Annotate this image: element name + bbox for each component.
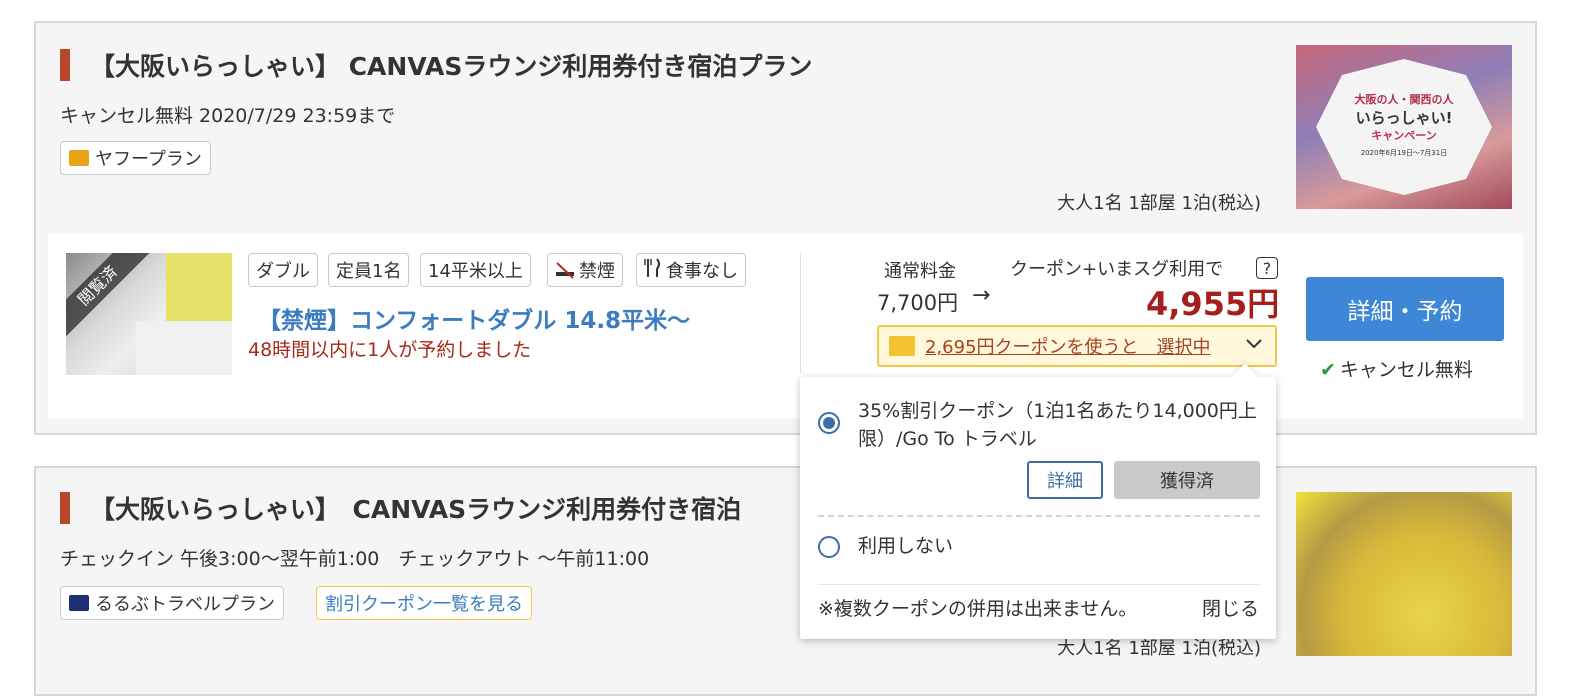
poster-line-4: 2020年6月19日〜7月31日: [1361, 148, 1448, 157]
plan-thumbnail[interactable]: 大阪の人・関西の人 いらっしゃい! キャンペーン 2020年6月19日〜7月31…: [1296, 45, 1512, 209]
cancel-info: キャンセル無料 2020/7/29 23:59まで: [60, 105, 396, 127]
coupon-price-label: クーポン+いまスグ利用で: [1010, 259, 1224, 280]
checkin-info: チェックイン 午後3:00〜翌午前1:00 チェックアウト 〜午前11:00: [60, 548, 650, 570]
dashed-divider: [818, 515, 1260, 517]
final-price: 4,955円: [1146, 285, 1280, 323]
chip-capacity: 定員1名: [328, 253, 410, 287]
room-wall: [166, 253, 232, 323]
room-row: 閲覧済 ダブル 定員1名 14平米以上 禁煙 食事なし 【禁煙】コンフォートダブ…: [48, 233, 1523, 419]
briefcase-icon: [69, 150, 89, 166]
room-name-link[interactable]: 【禁煙】コンフォートダブル 14.8平米〜: [258, 301, 690, 335]
booking-notice: 48時間以内に1人が予約しました: [248, 339, 532, 361]
coupon-radio-selected[interactable]: [818, 412, 840, 434]
regular-price-label: 通常料金: [884, 261, 956, 282]
coupon-selector-label[interactable]: 2,695円クーポンを使うと 選択中: [925, 333, 1211, 359]
chip-room-type: ダブル: [248, 253, 318, 287]
chevron-down-icon[interactable]: [1245, 335, 1263, 356]
close-link[interactable]: 閉じる: [1202, 595, 1259, 623]
divider: [818, 584, 1260, 585]
plan-title-text[interactable]: 【大阪いらっしゃい】 CANVASラウンジ利用券付き宿泊: [90, 490, 741, 526]
chip-meal-label: 食事なし: [666, 261, 738, 282]
plan-title-text[interactable]: 【大阪いらっしゃい】 CANVASラウンジ利用券付き宿泊プラン: [90, 47, 812, 83]
chip-size: 14平米以上: [420, 253, 531, 287]
arrow-icon: →: [972, 283, 991, 308]
plan-title[interactable]: 【大阪いらっしゃい】 CANVASラウンジ利用券付き宿泊プラン: [60, 47, 812, 83]
title-accent-bar: [60, 49, 70, 81]
coupon-note: ※複数クーポンの併用は出来ません。: [818, 598, 1138, 620]
coupon-list-link[interactable]: 割引クーポン一覧を見る: [316, 586, 532, 620]
poster-line-3: キャンペーン: [1371, 129, 1436, 142]
coupon-dropdown: 35%割引クーポン（1泊1名あたり14,000円上限）/Go To トラベル 詳…: [800, 363, 1276, 639]
regular-price: 7,700円: [877, 291, 959, 315]
plan-tag-rurubu: るるぶトラベルプラン: [60, 586, 284, 620]
coupon-option-label: 35%割引クーポン（1泊1名あたり14,000円上限）/Go To トラベル: [858, 400, 1257, 450]
title-accent-bar: [60, 492, 70, 524]
plan-tag-yahoo: ヤフープラン: [60, 141, 211, 175]
free-cancel-label: キャンセル無料: [1339, 359, 1473, 381]
coupon-radio-none[interactable]: [818, 536, 840, 558]
book-button[interactable]: 詳細・予約: [1306, 277, 1504, 341]
no-coupon-label: 利用しない: [858, 535, 954, 557]
no-smoking-icon: [555, 261, 575, 279]
plan-tag-label: ヤフープラン: [95, 149, 202, 170]
poster-line-1: 大阪の人・関西の人: [1355, 92, 1455, 106]
room-image[interactable]: 閲覧済: [66, 253, 232, 375]
plan-tag-label: るるぶトラベルプラン: [95, 594, 275, 615]
help-icon[interactable]: ?: [1256, 257, 1278, 279]
price-divider: [800, 253, 801, 373]
plan-card-1: 【大阪いらっしゃい】 CANVASラウンジ利用券付き宿泊プラン キャンセル無料 …: [34, 21, 1537, 435]
chip-nonsmoking: 禁煙: [547, 253, 623, 287]
coupon-detail-button[interactable]: 詳細: [1027, 461, 1103, 499]
occupancy-info: 大人1名 1部屋 1泊(税込): [1057, 193, 1261, 214]
poster-line-2: いらっしゃい!: [1356, 109, 1453, 127]
plan-title[interactable]: 【大阪いらっしゃい】 CANVASラウンジ利用券付き宿泊: [60, 490, 741, 526]
check-icon: ✔: [1320, 359, 1336, 381]
campaign-poster: 大阪の人・関西の人 いらっしゃい! キャンペーン 2020年6月19日〜7月31…: [1316, 59, 1492, 195]
plan-card-2: 【大阪いらっしゃい】 CANVASラウンジ利用券付き宿泊 チェックイン 午後3:…: [34, 466, 1537, 696]
free-cancel-info: ✔ キャンセル無料: [1320, 355, 1473, 382]
plan-thumbnail[interactable]: [1296, 492, 1512, 656]
coupon-selector[interactable]: 2,695円クーポンを使うと 選択中: [877, 325, 1277, 367]
coupon-acquired-button: 獲得済: [1114, 461, 1260, 499]
coupon-icon: [889, 336, 915, 356]
fork-knife-icon: [644, 257, 662, 283]
room-bed: [136, 321, 232, 375]
chip-meal: 食事なし: [636, 253, 746, 287]
chip-nonsmoking-label: 禁煙: [579, 261, 615, 282]
briefcase-icon: [69, 595, 89, 611]
